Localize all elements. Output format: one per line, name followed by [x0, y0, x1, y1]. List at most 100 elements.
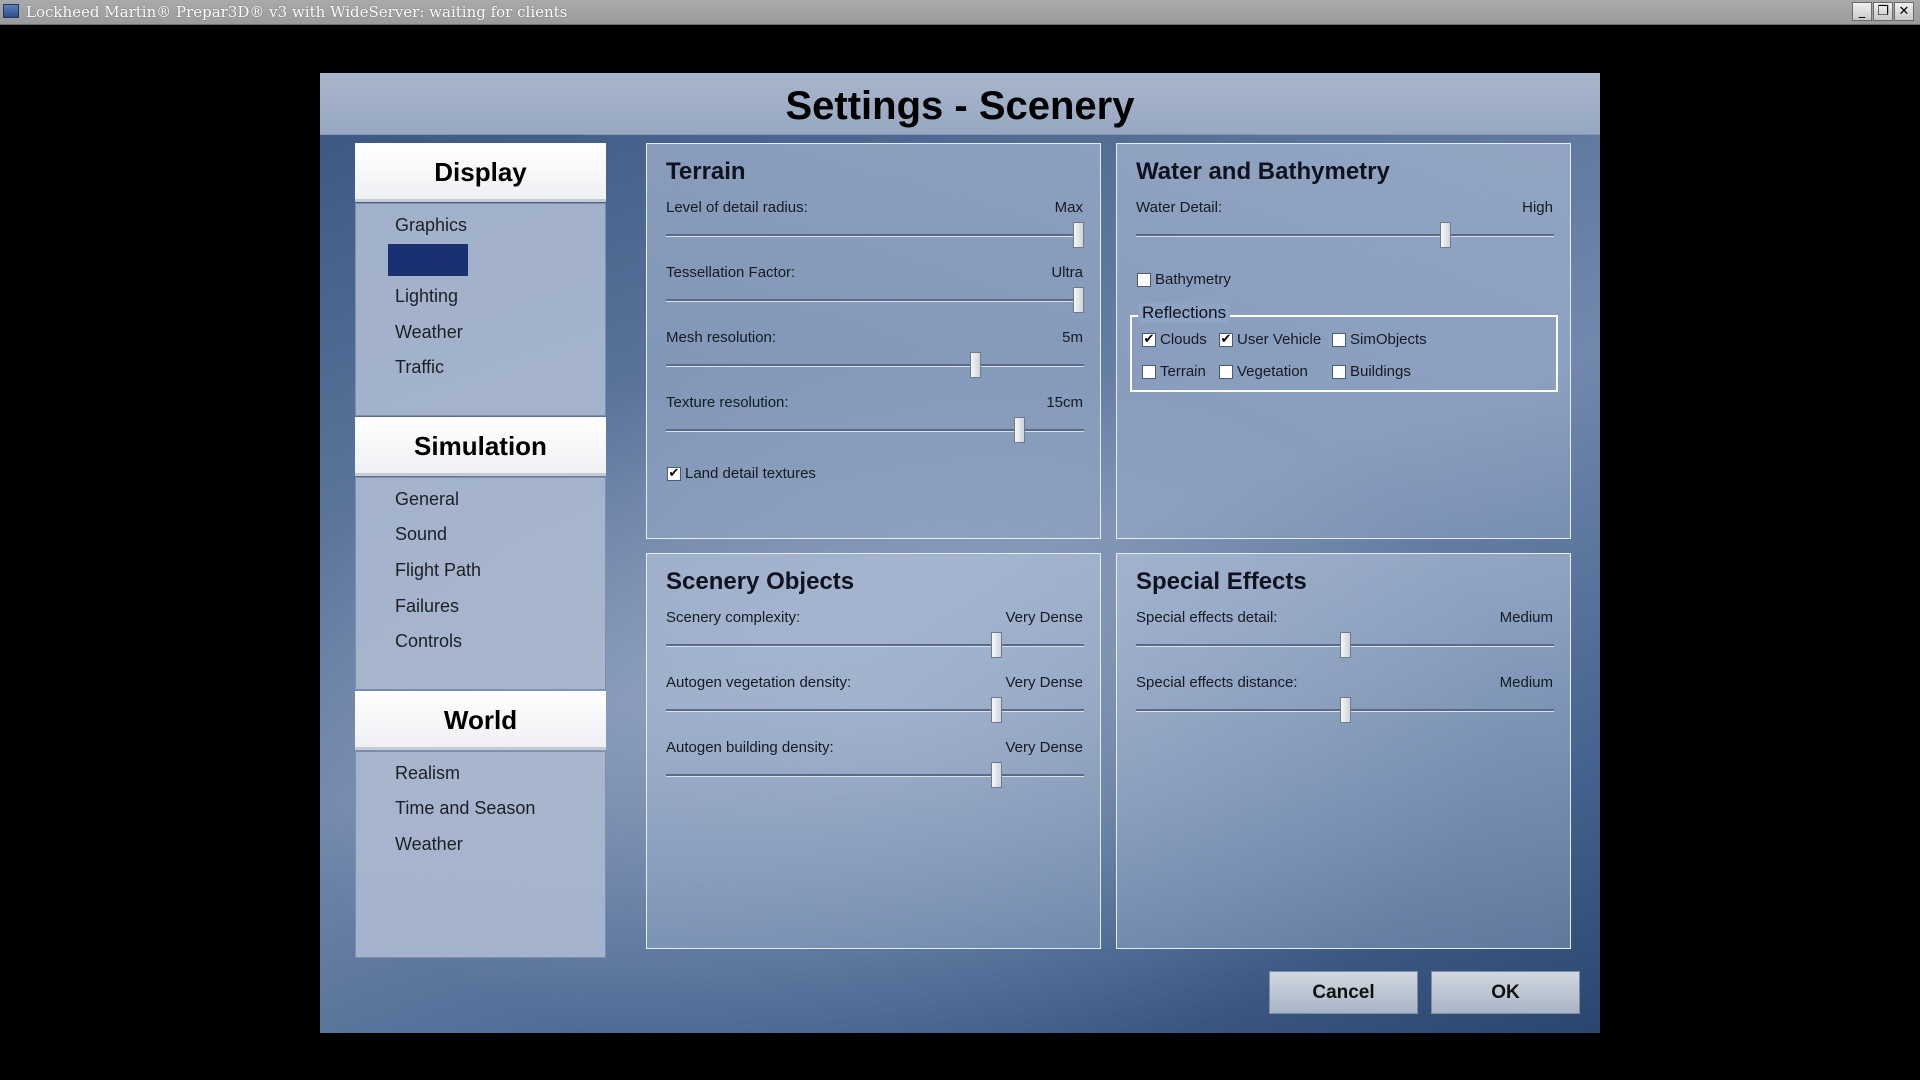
reflect-buildings-label: Buildings [1350, 363, 1411, 380]
display-list: Graphics Scenery Lighting Weather Traffi… [355, 203, 606, 416]
scenery-complexity-value: Very Dense [1005, 609, 1083, 626]
land-detail-label: Land detail textures [685, 465, 816, 482]
effects-distance-label: Special effects distance: [1136, 674, 1298, 691]
minimize-icon[interactable]: _ [1852, 2, 1872, 21]
building-density-label: Autogen building density: [666, 739, 834, 756]
app-icon [3, 4, 19, 18]
slider-thumb[interactable] [1073, 222, 1084, 248]
sidebar-item-sound[interactable]: Sound [388, 518, 454, 550]
reflect-vegetation-label: Vegetation [1237, 363, 1308, 380]
sidebar-item-flight-path[interactable]: Flight Path [388, 554, 488, 586]
slider-track [666, 364, 1084, 367]
effects-distance-value: Medium [1499, 674, 1553, 691]
building-density-slider[interactable] [666, 761, 1084, 789]
bathymetry-checkbox[interactable] [1137, 273, 1151, 287]
slider-thumb[interactable] [1014, 417, 1025, 443]
effects-detail-slider[interactable] [1136, 631, 1554, 659]
slider-thumb[interactable] [991, 697, 1002, 723]
water-title: Water and Bathymetry [1136, 158, 1390, 185]
water-panel: Water and Bathymetry Water Detail: High … [1116, 143, 1571, 539]
scenery-objects-panel: Scenery Objects Scenery complexity: Very… [646, 553, 1101, 949]
sidebar-item-graphics[interactable]: Graphics [388, 209, 474, 241]
water-detail-value: High [1522, 199, 1553, 216]
texture-resolution-slider[interactable] [666, 416, 1084, 444]
slider-thumb[interactable] [991, 762, 1002, 788]
tessellation-value: Ultra [1051, 264, 1083, 281]
slider-track [666, 774, 1084, 777]
special-effects-panel: Special Effects Special effects detail: … [1116, 553, 1571, 949]
reflect-clouds-checkbox[interactable]: ✔ [1142, 333, 1156, 347]
cancel-button[interactable]: Cancel [1269, 971, 1418, 1014]
lod-radius-value: Max [1054, 199, 1083, 216]
building-density-value: Very Dense [1005, 739, 1083, 756]
lod-radius-label: Level of detail radius: [666, 199, 808, 216]
lod-radius-slider[interactable] [666, 221, 1084, 249]
category-display: Display [355, 143, 606, 202]
vegetation-density-value: Very Dense [1005, 674, 1083, 691]
mesh-resolution-label: Mesh resolution: [666, 329, 777, 346]
slider-thumb[interactable] [991, 632, 1002, 658]
texture-resolution-label: Texture resolution: [666, 394, 789, 411]
mesh-resolution-value: 5m [1062, 329, 1083, 346]
reflect-user-vehicle-checkbox[interactable]: ✔ [1219, 333, 1233, 347]
ok-button[interactable]: OK [1431, 971, 1580, 1014]
reflections-group: Reflections ✔ Clouds ✔ User Vehicle SimO… [1130, 303, 1558, 392]
window-title-bar: Lockheed Martin® Prepar3D® v3 with WideS… [0, 0, 1920, 25]
reflect-vegetation-checkbox[interactable] [1219, 365, 1233, 379]
sidebar-item-scenery[interactable]: Scenery [388, 244, 469, 276]
scenery-complexity-slider[interactable] [666, 631, 1084, 659]
slider-thumb[interactable] [970, 352, 981, 378]
terrain-title: Terrain [666, 158, 746, 185]
reflect-simobjects-label: SimObjects [1350, 331, 1427, 348]
sidebar-item-controls[interactable]: Controls [388, 625, 469, 657]
terrain-panel: Terrain Level of detail radius: Max Tess… [646, 143, 1101, 539]
sidebar-item-world-weather[interactable]: Weather [388, 828, 470, 860]
dialog-title: Settings - Scenery [320, 73, 1600, 135]
reflections-title: Reflections [1138, 303, 1231, 323]
slider-thumb[interactable] [1340, 632, 1351, 658]
world-list: Realism Time and Season Weather [355, 751, 606, 958]
slider-track [666, 234, 1084, 237]
slider-thumb[interactable] [1440, 222, 1451, 248]
simulation-list: General Sound Flight Path Failures Contr… [355, 477, 606, 690]
water-detail-slider[interactable] [1136, 221, 1554, 249]
sidebar-item-realism[interactable]: Realism [388, 757, 467, 789]
slider-thumb[interactable] [1340, 697, 1351, 723]
scenery-objects-title: Scenery Objects [666, 568, 855, 595]
effects-distance-slider[interactable] [1136, 696, 1554, 724]
vegetation-density-slider[interactable] [666, 696, 1084, 724]
slider-track [1136, 234, 1554, 237]
category-world: World [355, 691, 606, 750]
texture-resolution-value: 15cm [1046, 394, 1083, 411]
reflect-terrain-label: Terrain [1160, 363, 1206, 380]
tessellation-slider[interactable] [666, 286, 1084, 314]
tessellation-label: Tessellation Factor: [666, 264, 796, 281]
slider-track [666, 644, 1084, 647]
slider-track [666, 709, 1084, 712]
slider-track [666, 299, 1084, 302]
settings-dialog: Settings - Scenery Display Graphics Scen… [320, 73, 1600, 1033]
bathymetry-label: Bathymetry [1155, 271, 1231, 288]
effects-detail-label: Special effects detail: [1136, 609, 1278, 626]
sidebar-item-general[interactable]: General [388, 483, 466, 515]
reflect-terrain-checkbox[interactable] [1142, 365, 1156, 379]
category-simulation: Simulation [355, 417, 606, 476]
reflect-simobjects-checkbox[interactable] [1332, 333, 1346, 347]
reflect-buildings-checkbox[interactable] [1332, 365, 1346, 379]
restore-icon[interactable]: ❐ [1873, 2, 1893, 21]
mesh-resolution-slider[interactable] [666, 351, 1084, 379]
effects-detail-value: Medium [1499, 609, 1553, 626]
reflect-clouds-label: Clouds [1160, 331, 1207, 348]
sidebar-item-lighting[interactable]: Lighting [388, 280, 465, 312]
sidebar-item-time-and-season[interactable]: Time and Season [388, 792, 542, 824]
scenery-complexity-label: Scenery complexity: [666, 609, 801, 626]
close-icon[interactable]: ✕ [1894, 2, 1914, 21]
sidebar-item-traffic[interactable]: Traffic [388, 351, 451, 383]
sidebar-item-failures[interactable]: Failures [388, 590, 466, 622]
water-detail-label: Water Detail: [1136, 199, 1223, 216]
land-detail-checkbox[interactable]: ✔ [667, 467, 681, 481]
reflect-user-vehicle-label: User Vehicle [1237, 331, 1322, 348]
slider-thumb[interactable] [1073, 287, 1084, 313]
sidebar-item-weather[interactable]: Weather [388, 316, 470, 348]
special-effects-title: Special Effects [1136, 568, 1307, 595]
